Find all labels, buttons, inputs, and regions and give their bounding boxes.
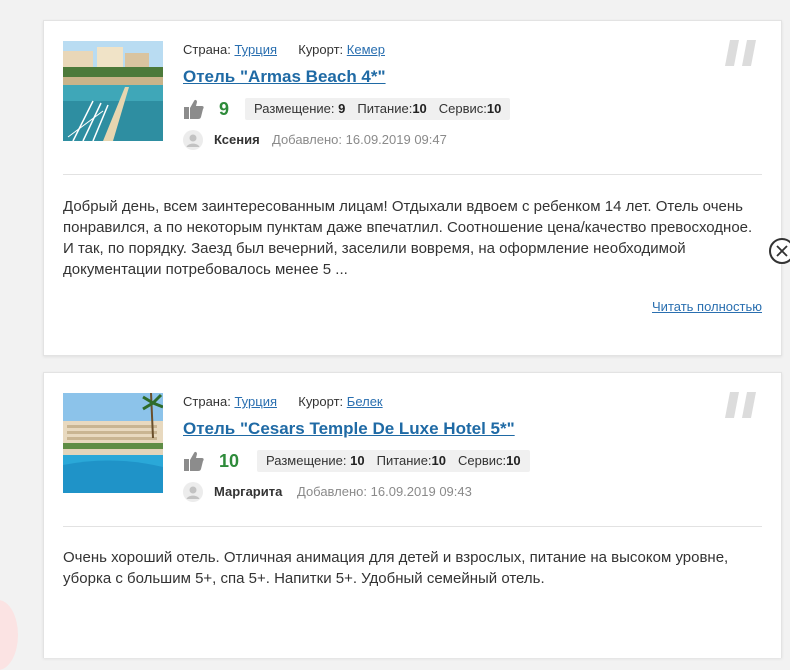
close-icon	[776, 245, 788, 257]
hotel-title-link[interactable]: Отель "Armas Beach 4*"	[183, 67, 386, 87]
location-line: Страна: Турция Курорт: Кемер	[183, 42, 385, 57]
decorative-shape	[0, 600, 18, 670]
resort-label: Курорт:	[298, 394, 344, 409]
sub-ratings: Размещение: 10 Питание:10 Сервис:10	[257, 450, 530, 472]
divider	[63, 526, 762, 527]
country-link[interactable]: Турция	[234, 394, 277, 409]
country-label: Страна:	[183, 42, 231, 57]
service-score: 10	[486, 101, 502, 116]
location-line: Страна: Турция Курорт: Белек	[183, 394, 383, 409]
user-avatar-icon	[183, 482, 203, 502]
placement-label: Размещение:	[266, 453, 347, 468]
hotel-photo[interactable]	[63, 41, 163, 141]
review-card: Страна: Турция Курорт: Кемер Отель "Arma…	[43, 20, 782, 356]
quote-icon	[725, 40, 756, 66]
service-label: Сервис:	[458, 453, 507, 468]
review-text: Добрый день, всем заинтересованным лицам…	[63, 198, 753, 278]
food-score: 10	[412, 101, 427, 116]
resort-link[interactable]: Белек	[347, 394, 383, 409]
placement-label: Размещение:	[254, 101, 335, 116]
service-label: Сервис:	[438, 101, 487, 116]
added-date: Добавлено: 16.09.2019 09:43	[297, 484, 472, 499]
food-label: Питание:	[376, 453, 432, 468]
review-text: Очень хороший отель. Отличная анимация д…	[63, 549, 729, 587]
author-name: Маргарита	[214, 484, 283, 499]
sub-ratings: Размещение: 9 Питание:10 Сервис:10	[245, 98, 511, 120]
service-score: 10	[506, 453, 521, 468]
review-card: Страна: Турция Курорт: Белек Отель "Cesa…	[43, 372, 782, 658]
hotel-title-link[interactable]: Отель "Cesars Temple De Luxe Hotel 5*"	[183, 419, 515, 439]
country-label: Страна:	[183, 394, 231, 409]
read-more-link[interactable]: Читать полностью	[652, 299, 762, 314]
food-label: Питание:	[357, 101, 413, 116]
user-avatar-icon	[183, 130, 203, 150]
author-name: Ксения	[214, 132, 260, 147]
hotel-photo[interactable]	[63, 393, 163, 493]
thumbs-up-icon	[184, 99, 204, 119]
added-date: Добавлено: 16.09.2019 09:47	[272, 132, 447, 147]
resort-link[interactable]: Кемер	[347, 42, 385, 57]
thumbs-up-icon	[184, 451, 204, 471]
divider	[63, 174, 762, 175]
placement-score: 9	[338, 101, 346, 116]
overall-score: 9	[219, 99, 230, 119]
food-score: 10	[431, 453, 447, 468]
overall-score: 10	[219, 451, 240, 471]
placement-score: 10	[350, 453, 365, 468]
country-link[interactable]: Турция	[234, 42, 277, 57]
resort-label: Курорт:	[298, 42, 344, 57]
quote-icon	[725, 392, 756, 418]
close-button[interactable]	[769, 238, 790, 264]
